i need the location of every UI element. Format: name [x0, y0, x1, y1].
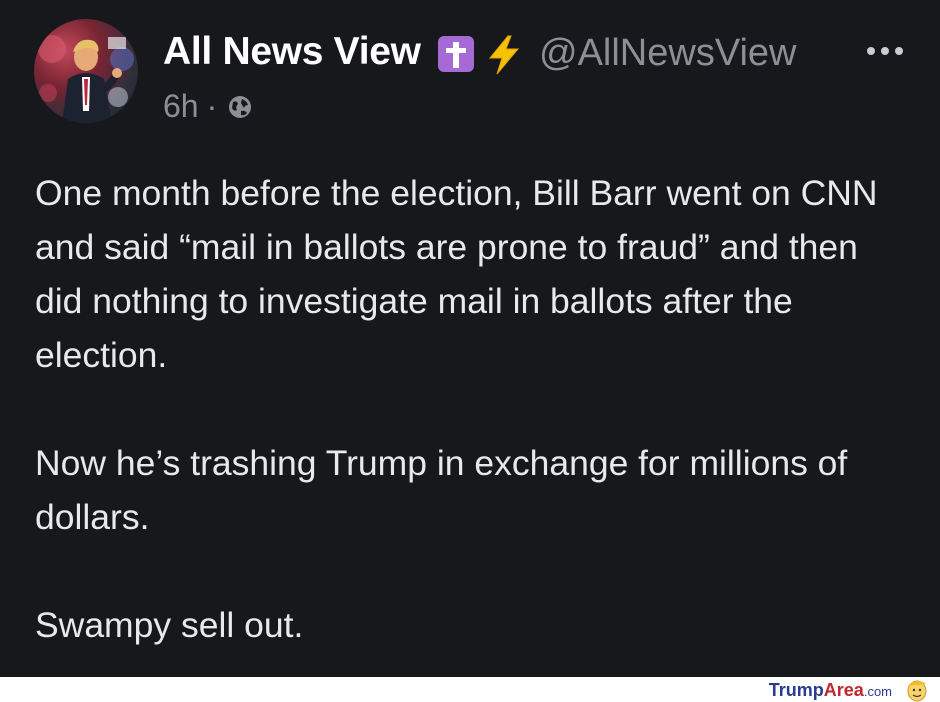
post-card: All News View @AllNewsView 6h · One mont… [0, 0, 940, 677]
watermark-domain: .com [863, 684, 892, 699]
avatar[interactable] [34, 19, 138, 123]
watermark: TrumpArea.com [769, 680, 892, 701]
meta-separator: · [206, 88, 218, 124]
post-body: One month before the election, Bill Barr… [35, 166, 915, 652]
watermark-trump: Trump [768, 680, 824, 700]
post-meta: 6h · [163, 88, 254, 125]
handle[interactable]: @AllNewsView [539, 32, 797, 75]
post-paragraph: Now he’s trashing Trump in exchange for … [35, 443, 848, 537]
lightning-bolt-icon [484, 34, 524, 76]
latin-cross-icon [438, 36, 474, 72]
watermark-bar: TrumpArea.com [0, 677, 940, 702]
post-paragraph: One month before the election, Bill Barr… [35, 173, 878, 375]
watermark-face-icon [904, 677, 930, 702]
globe-icon [226, 93, 254, 121]
watermark-area: Area [823, 680, 864, 700]
post-paragraph: Swampy sell out. [35, 605, 304, 645]
avatar-photo [38, 35, 134, 123]
timestamp[interactable]: 6h [163, 88, 199, 125]
more-dots-icon[interactable] [862, 36, 908, 66]
display-name[interactable]: All News View [163, 30, 421, 74]
